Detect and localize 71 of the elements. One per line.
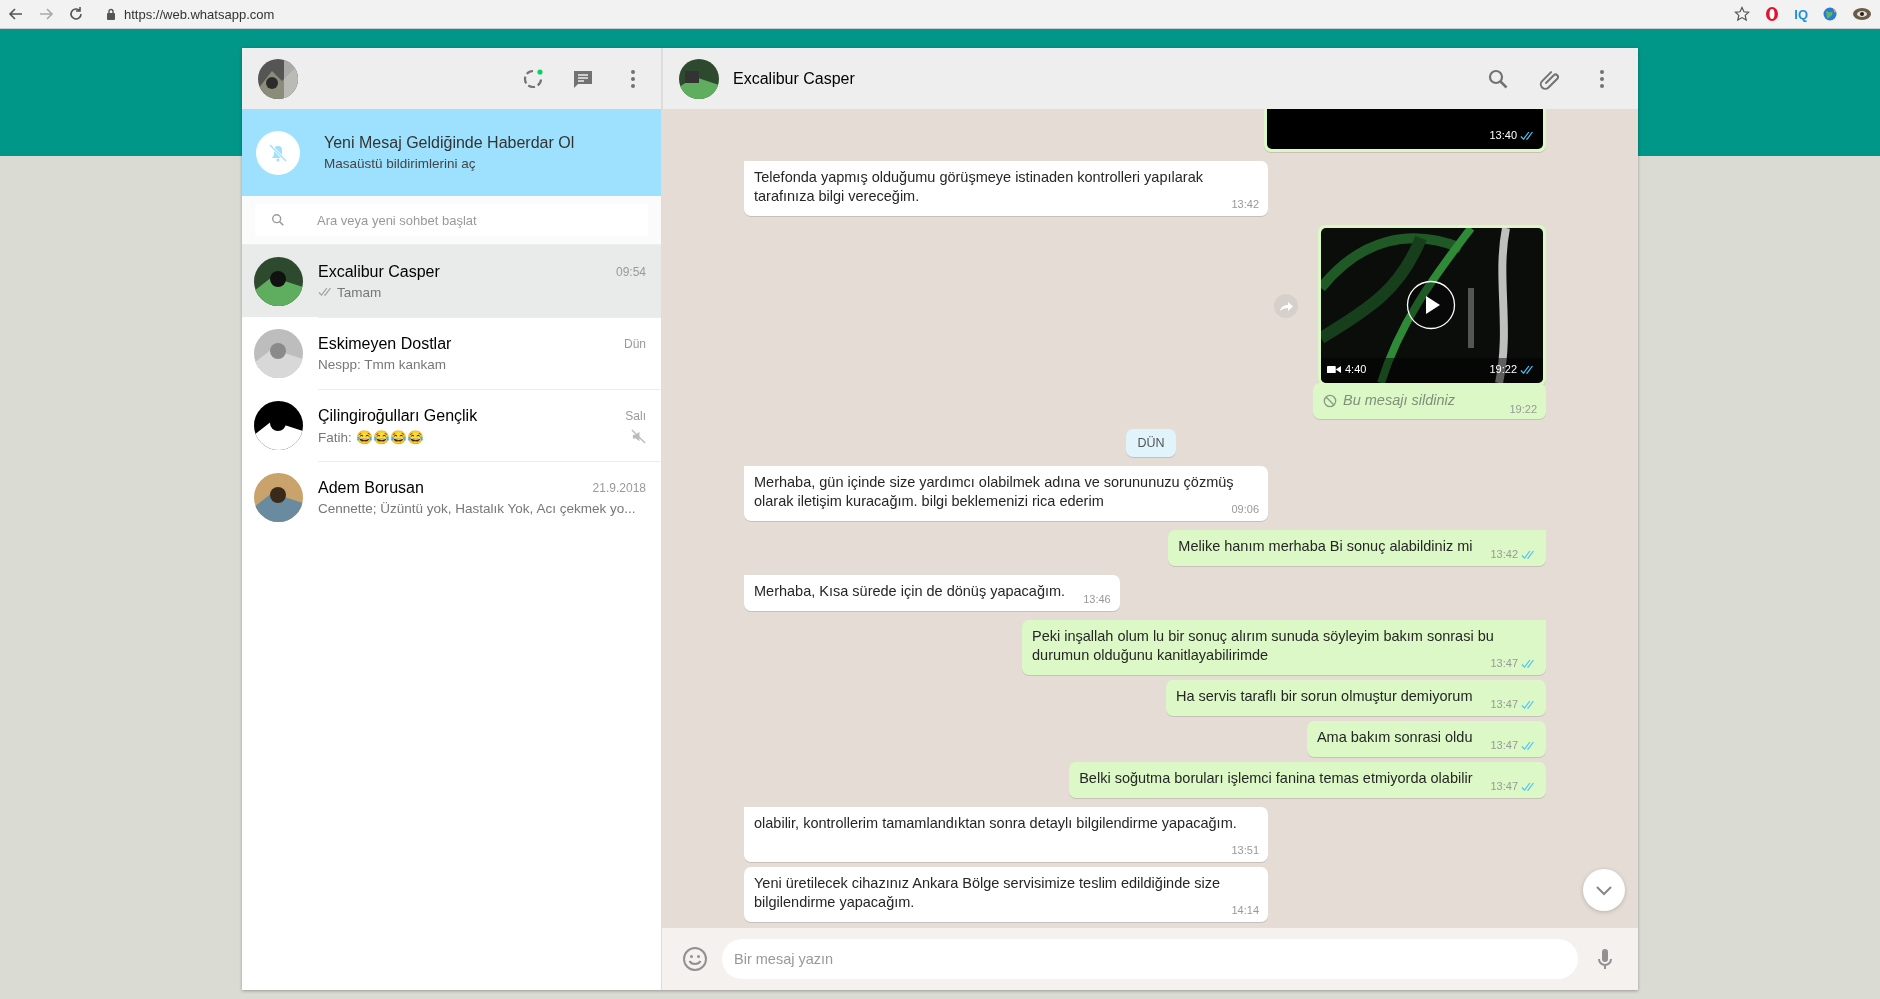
chat-preview: Cennette; Üzüntü yok, Hastalık Yok, Acı çekmek yo... [318,501,636,516]
message-bubble[interactable]: Telefonda yapmış olduğumu görüşmeye istinaden kontrolleri yapılarak tarafınıza bilgi vereceğim. 13:42 [744,161,1268,216]
video-camera-icon [1327,365,1341,374]
profile-icon[interactable] [1852,6,1872,22]
extension-icon[interactable] [1764,6,1781,22]
message-time: 13:47 [1490,697,1518,712]
emoji-icon[interactable] [682,946,708,972]
globe-icon[interactable] [1822,6,1838,22]
scroll-down-button[interactable] [1582,868,1626,912]
blocked-icon [1323,393,1337,408]
message-bubble[interactable]: Merhaba, gün içinde size yardımcı olabilmek adına ve sorununuzu çözmüş olarak iletişim kuracağım. bilgi beklemenizi rica ederim 09:06 [744,466,1268,521]
message-text: Belki soğutma boruları işlemci fanina temas etmiyorda olabilir [1079,770,1473,786]
chat-name: Eskimeyen Dostlar [318,335,452,353]
star-icon[interactable] [1734,6,1751,22]
notification-title: Yeni Mesaj Geldiğinde Haberdar Ol [324,134,575,152]
message-text: Telefonda yapmış olduğumu görüşmeye istinaden kontrolleri yapılarak tarafınıza bilgi vereceğim. [754,169,1203,204]
message-time: 13:42 [1231,197,1259,212]
message-time: 13:47 [1490,779,1518,794]
play-button[interactable] [1406,280,1456,330]
message-bubble[interactable]: Melike hanım merhaba Bi sonuç alabildiniz mi 13:42 [1168,530,1546,566]
message-time: 19:22 [1509,402,1537,417]
message-time: 13:47 [1490,656,1518,671]
chat-preview: Fatih: 😂😂😂😂 [318,428,424,445]
message-bubble[interactable]: Yeni üretilecek cihazınız Ankara Bölge servisimize teslim edildiğinde size bilgilendirme yapacağım. 14:14 [744,867,1268,922]
notification-link[interactable]: Masaüstü bildirimlerini aç [324,156,575,171]
search-icon [271,213,285,227]
message-text: Ha servis taraflı bir sorun olmuştur demiyorum [1175,688,1473,704]
message-bubble[interactable]: Belki soğutma boruları işlemci fanina temas etmiyorda olabilir 13:47 [1069,762,1546,798]
message-time: 13:46 [1083,592,1111,607]
chat-time: Salı [625,408,646,423]
video-message[interactable]: 4:40 19:22 [1318,225,1546,386]
message-text: olabilir, kontrollerim tamamlandıktan sonra detaylı bilgilendirme yapacağım. [754,815,1237,831]
message-time: 13:47 [1490,738,1518,753]
chat-time: 09:54 [615,264,646,279]
back-icon[interactable] [8,6,24,22]
message-time: 09:06 [1231,502,1259,517]
message-text: Ama bakım sonrasi oldu [1316,729,1473,745]
message-time: 13:40 [1489,128,1517,143]
contact-name[interactable]: Excalibur Casper [733,69,855,88]
message-bubble[interactable]: Peki inşallah olum lu bir sonuç alırım sunuda söyleyim bakım sonrasi bu durumun olduğunu kanitlayabilirimde 13:47 [1022,620,1546,675]
muted-bell-icon [256,130,300,175]
address-bar[interactable]: https://web.whatsapp.com [98,3,1721,25]
chat-time: Dün [624,337,646,351]
message-time: 14:14 [1231,903,1259,918]
chat-name: Excalibur Casper [318,262,440,281]
message-text: Bu mesajı sildiniz [1343,391,1455,410]
media-message[interactable]: 13:40 [1264,109,1546,152]
search-field[interactable]: Ara veya yeni sohbet başlat [255,204,648,236]
message-input[interactable]: Bir mesaj yazın [722,939,1578,979]
reload-icon[interactable] [68,6,84,22]
message-bubble[interactable]: Ha servis taraflı bir sorun olmuştur demiyorum 13:47 [1165,680,1546,716]
message-text: Yeni üretilecek cihazınız Ankara Bölge servisimize teslim edildiğinde size bilgilendirme yapacağım. [754,875,1221,910]
message-bubble[interactable]: Ama bakım sonrasi oldu 13:47 [1306,721,1546,757]
chat-name: Adem Borusan [318,479,424,497]
chat-preview: Nespp: Tmm kankam [318,357,447,372]
message-bubble[interactable]: Merhaba, Kısa sürede için de dönüş yapacağım. 13:46 [744,575,1120,611]
message-time: 13:42 [1490,547,1518,562]
message-time: 19:22 [1489,362,1517,377]
chat-list-item[interactable]: Excalibur Casper 09:54 Tamam [242,245,661,317]
message-text: Melike hanım merhaba Bi sonuç alabildiniz mi [1178,538,1473,554]
message-text: Merhaba, Kısa sürede için de dönüş yapacağım. [754,583,1066,599]
chat-preview: Tamam [337,284,382,300]
notification-banner[interactable]: Yeni Mesaj Geldiğinde Haberdar Ol Masaüstü bildirimlerini aç [242,109,661,196]
chat-name: Çilingiroğulları Gençlik [318,406,478,425]
status-icon[interactable] [521,66,545,91]
chat-time: 21.9.2018 [592,481,646,495]
url-text: https://web.whatsapp.com [124,6,275,22]
lock-icon [106,8,116,20]
message-time: 13:51 [1231,843,1259,858]
message-bubble[interactable]: olabilir, kontrollerim tamamlandıktan sonra detaylı bilgilendirme yapacağım. 13:51 [744,807,1268,862]
video-duration: 4:40 [1345,362,1367,377]
